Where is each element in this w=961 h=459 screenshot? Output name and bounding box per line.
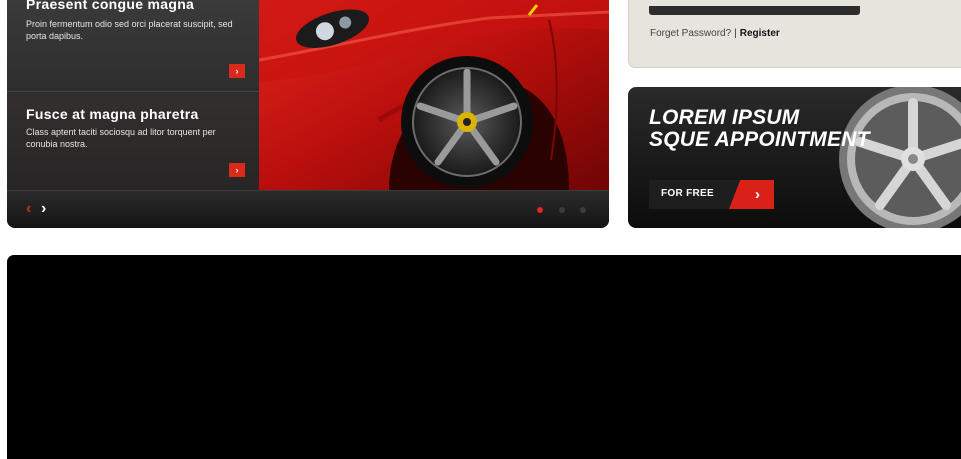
slide-caption-text: Class aptent taciti sociosqu ad litor to… — [26, 127, 216, 149]
chevron-right-icon: › — [235, 165, 239, 175]
login-submit-bar[interactable] — [649, 6, 860, 15]
promo-headline-line1: LOREM IPSUM — [649, 106, 800, 129]
link-separator: | — [734, 28, 737, 39]
chevron-right-icon: › — [729, 180, 774, 209]
chevron-right-icon: › — [235, 66, 239, 76]
featured-slider: Praesent congue magna Proin fermentum od… — [7, 0, 609, 228]
promo-banner[interactable]: LOREM IPSUM SQUE APPOINTMENT FOR FREE › — [628, 87, 961, 228]
prev-arrow-icon[interactable]: ‹ — [26, 200, 31, 218]
slider-captions: Praesent congue magna Proin fermentum od… — [7, 0, 259, 190]
promo-cta-button[interactable]: FOR FREE › — [649, 180, 774, 209]
slide-caption-1[interactable]: Praesent congue magna Proin fermentum od… — [7, 0, 259, 92]
slide-caption-title: Fusce at magna pharetra — [26, 106, 199, 122]
slider-dot-active[interactable] — [537, 207, 543, 213]
forgot-password-link[interactable]: Forget Password? — [650, 28, 731, 39]
next-arrow-icon[interactable]: › — [41, 200, 46, 218]
slide-more-button[interactable]: › — [229, 163, 245, 177]
promo-headline: LOREM IPSUM SQUE APPOINTMENT — [649, 107, 870, 151]
promo-headline-line2: SQUE APPOINTMENT — [649, 128, 870, 151]
slide-caption-text: Proin fermentum odio sed orci placerat s… — [26, 19, 233, 41]
register-link[interactable]: Register — [740, 28, 780, 39]
content-panel — [7, 255, 961, 459]
promo-cta-label: FOR FREE — [661, 188, 714, 199]
login-panel: Forget Password? | Register — [628, 0, 961, 68]
login-links: Forget Password? | Register — [650, 28, 780, 39]
slider-dot[interactable] — [580, 207, 586, 213]
slider-controls: ‹ › — [7, 190, 609, 228]
slide-more-button[interactable]: › — [229, 64, 245, 78]
hero-car-image — [259, 0, 609, 190]
slider-dot[interactable] — [559, 207, 565, 213]
slide-caption-2[interactable]: Fusce at magna pharetra Class aptent tac… — [7, 93, 259, 190]
slide-caption-title: Praesent congue magna — [26, 0, 195, 12]
